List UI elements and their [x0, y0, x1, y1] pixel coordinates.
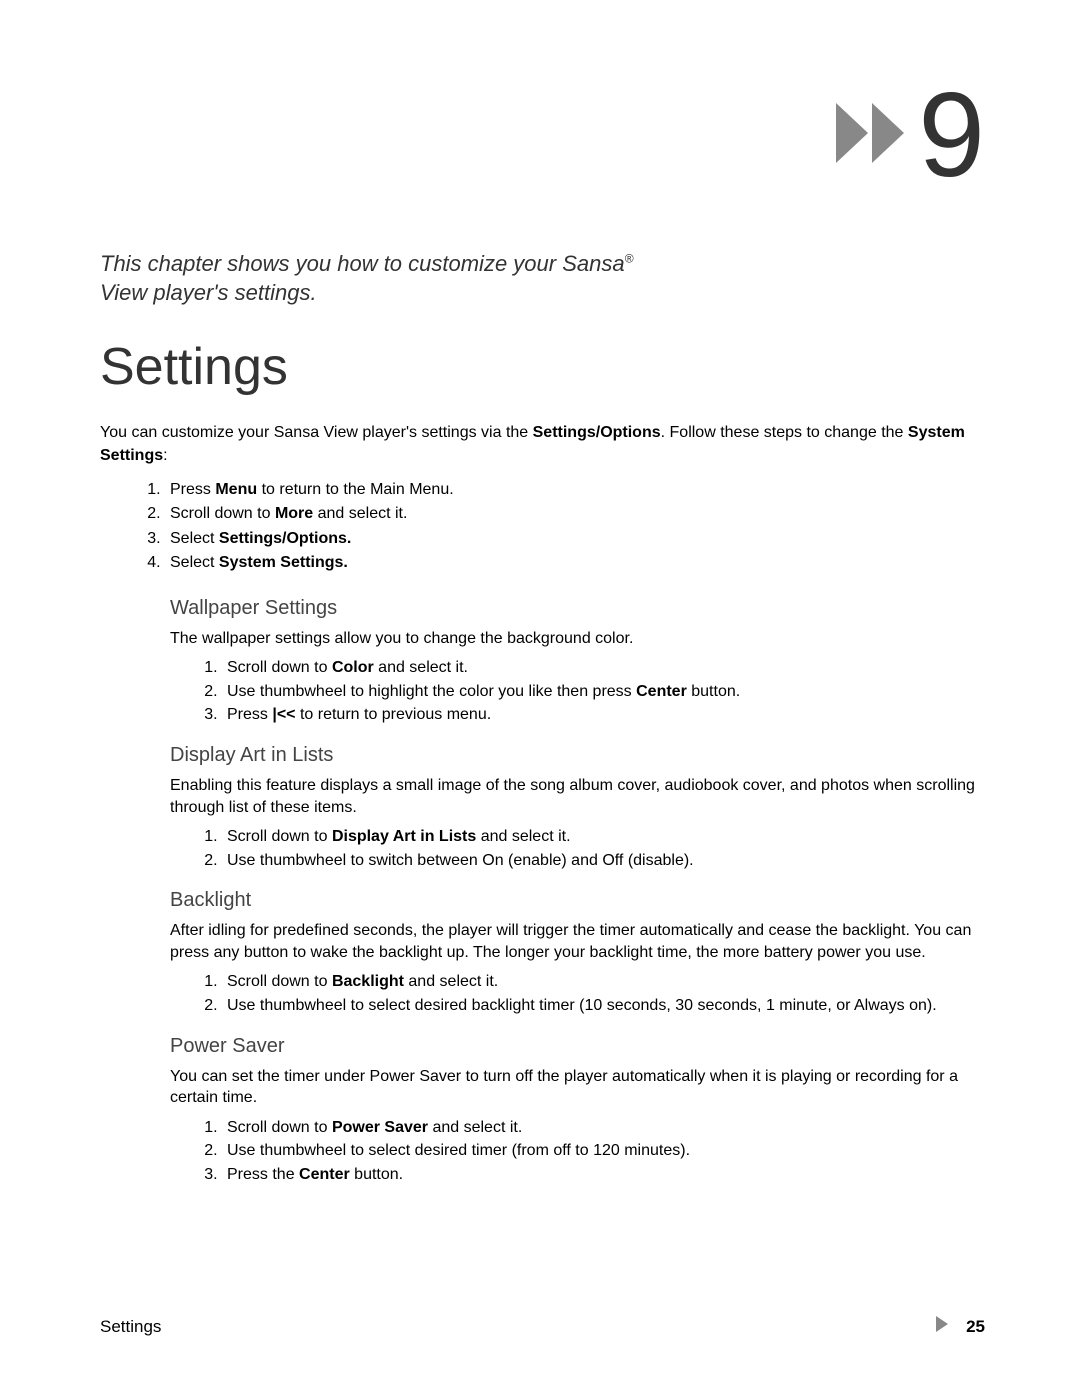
bold-text: More [275, 505, 313, 522]
intro-line-1: This chapter shows you how to customize … [100, 251, 625, 276]
footer-right: 25 [936, 1316, 985, 1337]
list-item: Use thumbwheel to switch between On (ena… [222, 850, 985, 872]
section-heading: Backlight [170, 889, 985, 912]
list-item: Scroll down to Power Saver and select it… [222, 1117, 985, 1139]
section-text: The wallpaper settings allow you to chan… [170, 628, 985, 650]
section-text: After idling for predefined seconds, the… [170, 920, 985, 963]
text: to return to the Main Menu. [257, 481, 454, 498]
bold-text: Settings/Options. [219, 530, 351, 547]
list-item: Select Settings/Options. [165, 528, 985, 550]
list-item: Press Menu to return to the Main Menu. [165, 479, 985, 501]
page-footer: Settings 25 [100, 1316, 985, 1337]
backlight-section: Backlight After idling for predefined se… [170, 889, 985, 1016]
text: Scroll down to [227, 973, 332, 990]
bold-text: |<< [272, 706, 295, 723]
bold-text: Display Art in Lists [332, 828, 476, 845]
text: Select [170, 530, 219, 547]
section-text: You can set the timer under Power Saver … [170, 1066, 985, 1109]
section-heading: Power Saver [170, 1035, 985, 1058]
text: Scroll down to [227, 659, 332, 676]
section-heading: Wallpaper Settings [170, 597, 985, 620]
list-item: Press the Center button. [222, 1164, 985, 1186]
text: You can customize your Sansa View player… [100, 424, 533, 441]
list-item: Scroll down to Display Art in Lists and … [222, 826, 985, 848]
page-number: 25 [966, 1317, 985, 1337]
bold-text: Center [636, 683, 687, 700]
main-steps-list: Press Menu to return to the Main Menu. S… [165, 479, 985, 575]
text: Press [170, 481, 215, 498]
text: and select it. [374, 659, 468, 676]
text: to return to previous menu. [296, 706, 492, 723]
chapter-intro: This chapter shows you how to customize … [100, 250, 985, 307]
fast-forward-icon [836, 103, 912, 168]
chapter-number: 9 [918, 75, 985, 195]
list-item: Select System Settings. [165, 552, 985, 574]
text: Scroll down to [227, 1119, 332, 1136]
steps-list: Scroll down to Backlight and select it. … [222, 971, 985, 1016]
text: and select it. [428, 1119, 522, 1136]
bold-text: Power Saver [332, 1119, 428, 1136]
text: button. [350, 1166, 403, 1183]
bold-text: Menu [215, 481, 257, 498]
intro-line-2: View player's settings. [100, 280, 317, 305]
bold-text: Settings/Options [533, 424, 661, 441]
display-art-section: Display Art in Lists Enabling this featu… [170, 744, 985, 871]
text: Press the [227, 1166, 299, 1183]
list-item: Use thumbwheel to select desired backlig… [222, 995, 985, 1017]
section-text: Enabling this feature displays a small i… [170, 775, 985, 818]
bold-text: Color [332, 659, 374, 676]
registered-symbol: ® [625, 252, 634, 266]
bold-text: Backlight [332, 973, 404, 990]
text: and select it. [476, 828, 570, 845]
list-item: Use thumbwheel to select desired timer (… [222, 1140, 985, 1162]
text: and select it. [313, 505, 407, 522]
steps-list: Scroll down to Power Saver and select it… [222, 1117, 985, 1186]
text: Use thumbwheel to highlight the color yo… [227, 683, 636, 700]
wallpaper-section: Wallpaper Settings The wallpaper setting… [170, 597, 985, 726]
text: Select [170, 554, 219, 571]
text: Press [227, 706, 272, 723]
play-icon [936, 1316, 948, 1337]
power-saver-section: Power Saver You can set the timer under … [170, 1035, 985, 1186]
text: : [163, 447, 167, 464]
chapter-header: 9 [100, 75, 985, 195]
footer-section-name: Settings [100, 1317, 161, 1337]
list-item: Scroll down to More and select it. [165, 503, 985, 525]
text: Scroll down to [170, 505, 275, 522]
text: button. [687, 683, 740, 700]
bold-text: System Settings. [219, 554, 348, 571]
text: Scroll down to [227, 828, 332, 845]
list-item: Use thumbwheel to highlight the color yo… [222, 681, 985, 703]
intro-paragraph: You can customize your Sansa View player… [100, 422, 985, 467]
steps-list: Scroll down to Color and select it. Use … [222, 657, 985, 726]
steps-list: Scroll down to Display Art in Lists and … [222, 826, 985, 871]
list-item: Scroll down to Backlight and select it. [222, 971, 985, 993]
text: . Follow these steps to change the [661, 424, 908, 441]
list-item: Scroll down to Color and select it. [222, 657, 985, 679]
section-heading: Display Art in Lists [170, 744, 985, 767]
bold-text: Center [299, 1166, 350, 1183]
page-title: Settings [100, 337, 985, 397]
text: and select it. [404, 973, 498, 990]
list-item: Press |<< to return to previous menu. [222, 704, 985, 726]
